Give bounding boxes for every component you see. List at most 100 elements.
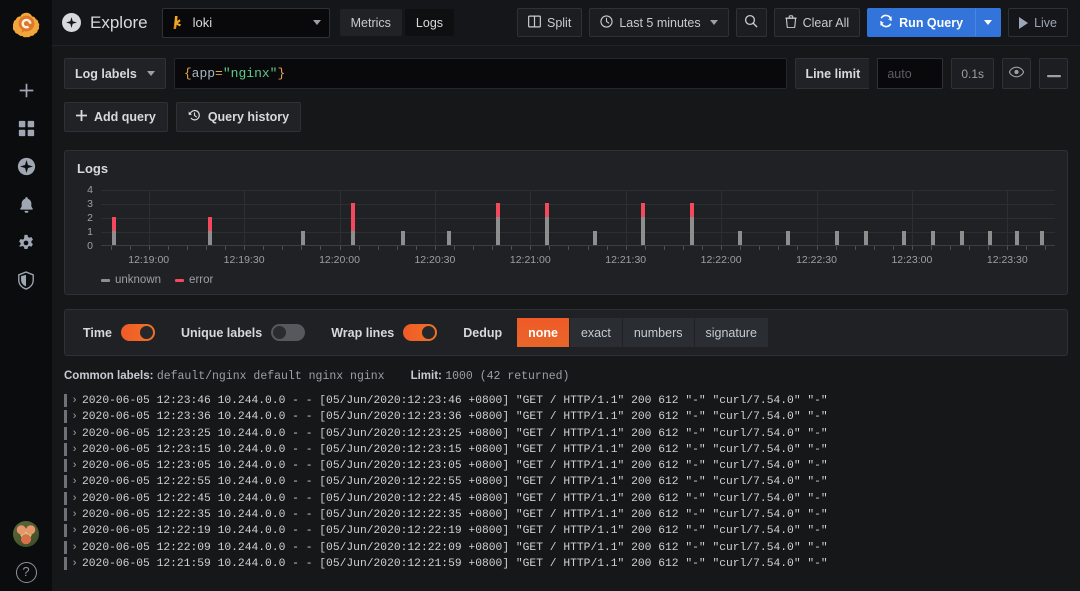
log-rows-list[interactable]: › 2020-06-05 12:23:46 10.244.0.0 - - [05/… [64, 393, 1068, 591]
sidebar-item-configuration[interactable] [0, 226, 52, 264]
chart-bar[interactable] [988, 231, 993, 245]
legend-item[interactable]: unknown [101, 274, 161, 286]
chart-bar[interactable] [902, 231, 907, 245]
log-row[interactable]: › 2020-06-05 12:22:19 10.244.0.0 - - [05/… [64, 523, 1068, 539]
sidebar-item-create-add[interactable] [0, 74, 52, 112]
log-row[interactable]: › 2020-06-05 12:22:55 10.244.0.0 - - [05/… [64, 474, 1068, 490]
wrap-lines-toggle[interactable] [403, 324, 438, 341]
query-label-key: app [191, 66, 216, 81]
log-expand-chevron-icon[interactable]: › [67, 507, 82, 523]
live-tail-button[interactable]: Live [1008, 8, 1068, 37]
chart-bar[interactable] [930, 231, 935, 245]
y-tick-label: 1 [87, 226, 93, 238]
log-expand-chevron-icon[interactable]: › [67, 458, 82, 474]
chart-plot-area[interactable] [101, 190, 1055, 246]
datasource-name: loki [192, 15, 213, 30]
chart-bar[interactable] [1014, 231, 1019, 245]
line-limit-input[interactable] [877, 58, 944, 89]
run-query-dropdown[interactable] [975, 8, 1002, 37]
sidebar-item-server-admin[interactable] [0, 264, 52, 302]
dedup-option-numbers[interactable]: numbers [622, 318, 695, 347]
tab-metrics[interactable]: Metrics [339, 9, 402, 36]
log-expand-chevron-icon[interactable]: › [67, 523, 82, 539]
bar-segment-unknown [902, 231, 907, 245]
chart-bar[interactable] [640, 203, 645, 245]
log-row[interactable]: › 2020-06-05 12:22:35 10.244.0.0 - - [05/… [64, 507, 1068, 523]
run-query-button[interactable]: Run Query [867, 8, 976, 37]
chart-bar[interactable] [689, 203, 694, 245]
log-expand-chevron-icon[interactable]: › [67, 474, 82, 490]
log-row[interactable]: › 2020-06-05 12:21:59 10.244.0.0 - - [05/… [64, 556, 1068, 572]
datasource-picker[interactable]: loki [161, 7, 330, 38]
chart-bar[interactable] [301, 231, 306, 245]
control-wrap-lines: Wrap lines [331, 324, 438, 341]
log-expand-chevron-icon[interactable]: › [67, 409, 82, 425]
chart-bar[interactable] [112, 217, 117, 245]
grid-line-vertical [625, 190, 627, 245]
query-history-button[interactable]: Query history [175, 102, 302, 132]
log-row[interactable]: › 2020-06-05 12:23:25 10.244.0.0 - - [05/… [64, 426, 1068, 442]
trash-icon [785, 14, 797, 31]
log-row[interactable]: › 2020-06-05 12:23:46 10.244.0.0 - - [05/… [64, 393, 1068, 409]
wrap-lines-label: Wrap lines [331, 325, 395, 340]
chart-bar[interactable] [593, 231, 598, 245]
log-row[interactable]: › 2020-06-05 12:22:09 10.244.0.0 - - [05/… [64, 540, 1068, 556]
grafana-logo[interactable] [0, 0, 52, 48]
sidebar-item-explore[interactable] [0, 150, 52, 188]
log-expand-chevron-icon[interactable]: › [67, 491, 82, 507]
sidebar-item-dashboards[interactable] [0, 112, 52, 150]
chart-bar[interactable] [959, 231, 964, 245]
dedup-option-none[interactable]: none [517, 318, 570, 347]
toggle-query-visibility-button[interactable] [1002, 58, 1031, 89]
chart-bar[interactable] [495, 203, 500, 245]
sidebar-item-user-avatar[interactable] [0, 515, 52, 553]
bar-segment-error [112, 217, 117, 231]
log-row[interactable]: › 2020-06-05 12:22:45 10.244.0.0 - - [05/… [64, 491, 1068, 507]
remove-query-button[interactable] [1039, 58, 1068, 89]
log-row[interactable]: › 2020-06-05 12:23:36 10.244.0.0 - - [05/… [64, 409, 1068, 425]
log-expand-chevron-icon[interactable]: › [67, 426, 82, 442]
time-toggle[interactable] [120, 324, 155, 341]
chart-bar[interactable] [864, 231, 869, 245]
chart-bar[interactable] [350, 203, 355, 245]
clear-all-button[interactable]: Clear All [773, 8, 861, 37]
chart-bar[interactable] [785, 231, 790, 245]
x-tick-mark [1026, 246, 1028, 250]
legend-item[interactable]: error [175, 274, 213, 286]
tab-logs[interactable]: Logs [404, 9, 455, 36]
x-tick-mark [587, 246, 589, 250]
unique-labels-toggle[interactable] [271, 324, 306, 341]
common-labels-values[interactable]: default/nginx default nginx nginx [157, 370, 385, 383]
chart-bar[interactable] [738, 231, 743, 245]
chart-bar[interactable] [1039, 231, 1044, 245]
x-tick-mark [682, 246, 684, 250]
dedup-option-signature[interactable]: signature [694, 318, 768, 347]
log-labels-button[interactable]: Log labels [64, 58, 166, 89]
query-brace-open: { [183, 66, 192, 81]
log-expand-chevron-icon[interactable]: › [67, 540, 82, 556]
x-tick-mark [110, 246, 112, 250]
sidebar-item-alerting[interactable] [0, 188, 52, 226]
bar-segment-error [689, 203, 694, 217]
chart-bar[interactable] [447, 231, 452, 245]
x-tick-mark [892, 246, 894, 250]
dedup-option-exact[interactable]: exact [569, 318, 623, 347]
chart-bar[interactable] [834, 231, 839, 245]
gear-icon [17, 234, 35, 257]
chart-bar[interactable] [207, 217, 212, 245]
log-expand-chevron-icon[interactable]: › [67, 393, 82, 409]
query-expression-input[interactable]: {app = "nginx"} [173, 58, 788, 89]
add-query-label: Add query [94, 110, 156, 124]
time-range-picker[interactable]: Last 5 minutes [589, 8, 729, 37]
chart-bar[interactable] [544, 203, 549, 245]
add-query-button[interactable]: Add query [64, 102, 168, 132]
log-row[interactable]: › 2020-06-05 12:23:05 10.244.0.0 - - [05/… [64, 458, 1068, 474]
log-row[interactable]: › 2020-06-05 12:23:15 10.244.0.0 - - [05/… [64, 442, 1068, 458]
chart-bar[interactable] [400, 231, 405, 245]
log-expand-chevron-icon[interactable]: › [67, 442, 82, 458]
sidebar-item-help[interactable]: ? [0, 553, 52, 591]
zoom-search-button[interactable] [735, 8, 767, 37]
log-expand-chevron-icon[interactable]: › [67, 556, 82, 572]
split-button[interactable]: Split [516, 8, 583, 37]
bar-segment-error [350, 203, 355, 231]
